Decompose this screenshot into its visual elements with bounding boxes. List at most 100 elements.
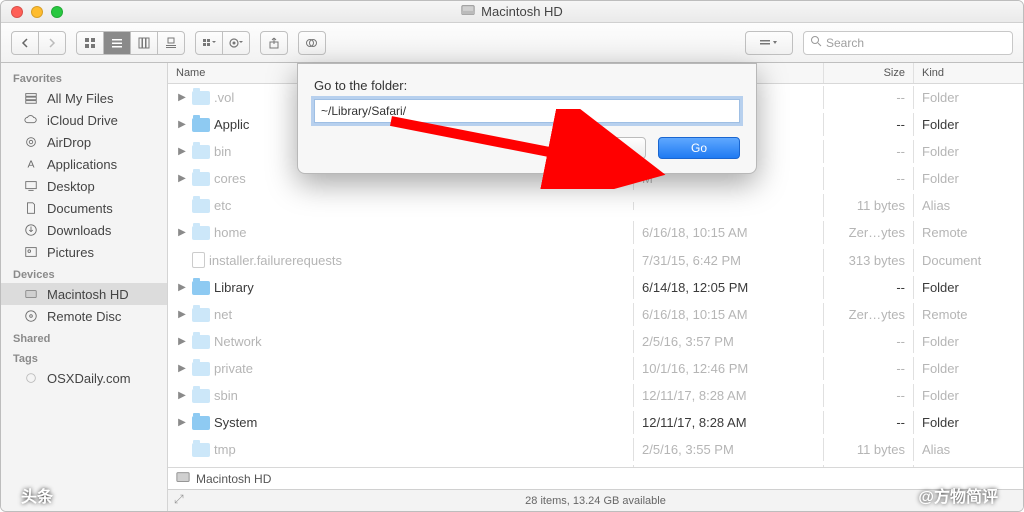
cancel-button[interactable]: Cancel <box>564 137 646 159</box>
file-size: 11 bytes <box>823 438 913 461</box>
file-kind: Folder <box>913 330 1023 353</box>
file-date <box>633 202 823 210</box>
sidebar-item-label: Applications <box>47 157 117 172</box>
table-row[interactable]: ▶sbin12/11/17, 8:28 AM--Folder <box>168 382 1023 409</box>
airdrop-icon <box>23 134 39 150</box>
file-icon <box>192 252 205 268</box>
folder-icon <box>192 389 210 403</box>
sidebar-item-applications[interactable]: A Applications <box>1 153 167 175</box>
sidebar-item-label: Macintosh HD <box>47 287 129 302</box>
table-row[interactable]: tmp2/5/16, 3:55 PM11 bytesAlias <box>168 436 1023 463</box>
documents-icon <box>23 200 39 216</box>
arrange-button[interactable] <box>195 31 223 55</box>
disclosure-triangle[interactable]: ▶ <box>176 336 188 347</box>
folder-icon <box>192 416 210 430</box>
column-size[interactable]: Size <box>823 63 913 83</box>
file-kind: Remote <box>913 303 1023 326</box>
table-row[interactable]: installer.failurerequests7/31/15, 6:42 P… <box>168 246 1023 274</box>
file-date: 6/16/18, 10:15 AM <box>633 303 823 326</box>
folder-icon <box>192 335 210 349</box>
resize-handle[interactable]: ⤢ <box>174 492 184 507</box>
search-field[interactable]: Search <box>803 31 1013 55</box>
disclosure-triangle[interactable]: ▶ <box>176 227 188 238</box>
disclosure-triangle[interactable]: ▶ <box>176 92 188 103</box>
disclosure-triangle[interactable]: ▶ <box>176 146 188 157</box>
column-view-button[interactable] <box>130 31 158 55</box>
file-name: etc <box>214 198 231 213</box>
disclosure-triangle[interactable]: ▶ <box>176 309 188 320</box>
table-row[interactable]: ▶Network2/5/16, 3:57 PM--Folder <box>168 328 1023 355</box>
pictures-icon <box>23 244 39 260</box>
forward-button[interactable] <box>38 31 66 55</box>
folder-icon <box>192 145 210 159</box>
table-row[interactable]: ▶System12/11/17, 8:28 AM--Folder <box>168 409 1023 436</box>
all-my-files-icon <box>23 90 39 106</box>
sidebar-section-label: Tags <box>1 347 167 367</box>
icon-view-button[interactable] <box>76 31 104 55</box>
table-row[interactable]: ▶Library6/14/18, 12:05 PM--Folder <box>168 274 1023 301</box>
share-button[interactable] <box>260 31 288 55</box>
file-kind: Folder <box>913 86 1023 109</box>
folder-icon <box>192 91 210 105</box>
desktop-icon <box>23 178 39 194</box>
sidebar-item-documents[interactable]: Documents <box>1 197 167 219</box>
table-row[interactable]: ▶private10/1/16, 12:46 PM--Folder <box>168 355 1023 382</box>
disclosure-triangle[interactable]: ▶ <box>176 363 188 374</box>
file-kind: Folder <box>913 140 1023 163</box>
table-row[interactable]: ▶home6/16/18, 10:15 AMZer…ytesRemote <box>168 219 1023 246</box>
sidebar-item-osxdaily.com[interactable]: OSXDaily.com <box>1 367 167 389</box>
file-kind: Document <box>913 249 1023 272</box>
tags-button[interactable] <box>298 31 326 55</box>
disclosure-triangle[interactable]: ▶ <box>176 173 188 184</box>
sidebar-item-icloud-drive[interactable]: iCloud Drive <box>1 109 167 131</box>
file-size: -- <box>823 357 913 380</box>
disclosure-triangle[interactable]: ▶ <box>176 119 188 130</box>
file-size: -- <box>823 113 913 136</box>
disk-icon <box>461 3 475 20</box>
sidebar-item-macintosh-hd[interactable]: Macintosh HD <box>1 283 167 305</box>
folder-icon <box>192 443 210 457</box>
svg-text:A: A <box>27 159 34 171</box>
finder-window: Macintosh HD Search <box>0 0 1024 512</box>
file-size: Zer…ytes <box>823 221 913 244</box>
watermark-left: 头条 <box>21 483 53 507</box>
sidebar-item-downloads[interactable]: Downloads <box>1 219 167 241</box>
disclosure-triangle[interactable]: ▶ <box>176 417 188 428</box>
action-button[interactable] <box>222 31 250 55</box>
folder-icon <box>192 172 210 186</box>
go-to-folder-dialog: Go to the folder: Cancel Go <box>297 63 757 174</box>
file-date: 2/5/16, 3:57 PM <box>633 330 823 353</box>
table-row[interactable]: ▶net6/16/18, 10:15 AMZer…ytesRemote <box>168 301 1023 328</box>
file-kind: Alias <box>913 438 1023 461</box>
folder-path-input[interactable] <box>314 99 740 123</box>
column-kind[interactable]: Kind <box>913 63 1023 83</box>
coverflow-view-button[interactable] <box>157 31 185 55</box>
file-kind: Folder <box>913 276 1023 299</box>
sidebar-item-desktop[interactable]: Desktop <box>1 175 167 197</box>
sidebar-item-airdrop[interactable]: AirDrop <box>1 131 167 153</box>
disk-icon <box>23 286 39 302</box>
disclosure-triangle[interactable]: ▶ <box>176 390 188 401</box>
folder-icon <box>192 281 210 295</box>
status-bar: ⤢ 28 items, 13.24 GB available <box>168 489 1023 511</box>
sidebar-item-pictures[interactable]: Pictures <box>1 241 167 263</box>
disclosure-triangle[interactable]: ▶ <box>176 282 188 293</box>
go-button[interactable]: Go <box>658 137 740 159</box>
table-row[interactable]: etc11 bytesAlias <box>168 192 1023 219</box>
file-name: Library <box>214 280 254 295</box>
path-bar[interactable]: Macintosh HD <box>168 467 1023 489</box>
dropdown-button[interactable] <box>745 31 793 55</box>
file-kind: Folder <box>913 384 1023 407</box>
sidebar-item-remote-disc[interactable]: Remote Disc <box>1 305 167 327</box>
list-view-button[interactable] <box>103 31 131 55</box>
sidebar-item-label: OSXDaily.com <box>47 371 131 386</box>
sidebar-item-all-my-files[interactable]: All My Files <box>1 87 167 109</box>
watermark-right: @方物简评 <box>918 483 998 507</box>
file-size: -- <box>823 330 913 353</box>
back-button[interactable] <box>11 31 39 55</box>
file-date: 6/14/18, 12:05 PM <box>633 276 823 299</box>
file-date: 6/16/18, 10:15 AM <box>633 221 823 244</box>
file-date: 12/11/17, 8:28 AM <box>633 411 823 434</box>
file-size: -- <box>823 167 913 190</box>
file-size: Zer…ytes <box>823 303 913 326</box>
